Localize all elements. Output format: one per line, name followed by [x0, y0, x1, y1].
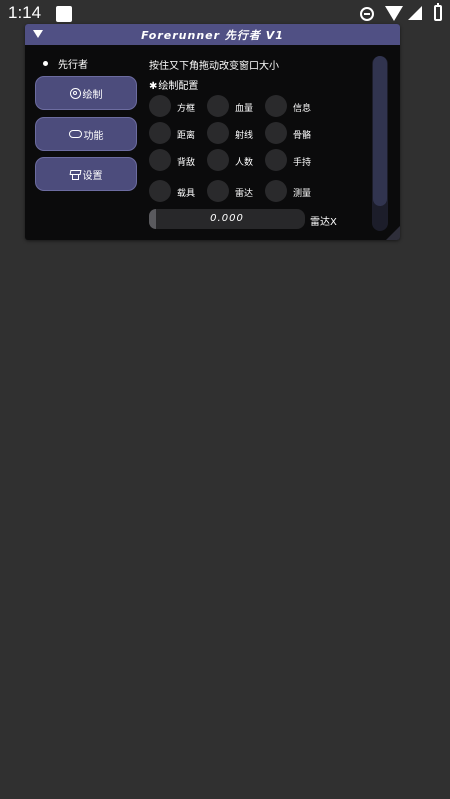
option-skeleton[interactable]: 骨骼: [265, 122, 325, 144]
option-checkbox[interactable]: [207, 122, 229, 144]
nav-button-label: 设置: [82, 170, 103, 182]
option-health[interactable]: 血量: [207, 95, 267, 117]
option-label: 人数: [235, 158, 254, 168]
slider-label: 雷达X: [310, 217, 337, 228]
option-checkbox[interactable]: [265, 95, 287, 117]
user-icon: [69, 87, 81, 99]
option-behind-enemy[interactable]: 背敌: [149, 149, 209, 171]
nav-button-draw[interactable]: 绘制: [35, 76, 137, 110]
option-checkbox[interactable]: [149, 180, 171, 202]
floating-menu-window[interactable]: Forerunner 先行者 V1 先行者 绘制 功能 设置 按住又下角拖动改变…: [25, 24, 400, 240]
option-label: 背敌: [177, 158, 196, 168]
nav-button-label: 绘制: [82, 89, 103, 101]
option-vehicle[interactable]: 载具: [149, 180, 209, 202]
section-heading: ✱绘制配置: [149, 77, 198, 92]
option-label: 方框: [177, 104, 196, 114]
option-player-count[interactable]: 人数: [207, 149, 267, 171]
option-checkbox[interactable]: [207, 95, 229, 117]
option-label: 距离: [177, 131, 196, 141]
gamepad-icon: [68, 130, 82, 138]
status-time: 1:14: [8, 3, 42, 22]
option-held-item[interactable]: 手持: [265, 149, 325, 171]
slider-value: 0.000: [210, 213, 244, 224]
bullet-icon: [43, 61, 48, 66]
brand-label: 先行者: [58, 60, 88, 71]
window-title: Forerunner 先行者 V1: [141, 29, 284, 42]
option-checkbox[interactable]: [265, 149, 287, 171]
scrollbar-thumb[interactable]: [373, 56, 387, 206]
option-distance[interactable]: 距离: [149, 122, 209, 144]
option-radar[interactable]: 雷达: [207, 180, 267, 202]
option-checkbox[interactable]: [149, 122, 171, 144]
wifi-icon: [385, 6, 403, 21]
option-label: 骨骼: [293, 131, 312, 141]
option-label: 血量: [235, 104, 254, 114]
option-label: 信息: [293, 104, 312, 114]
option-label: 雷达: [235, 189, 254, 199]
option-label: 手持: [293, 158, 312, 168]
option-checkbox[interactable]: [207, 149, 229, 171]
nav-button-features[interactable]: 功能: [35, 117, 137, 151]
option-ray[interactable]: 射线: [207, 122, 267, 144]
nav-button-settings[interactable]: 设置: [35, 157, 137, 191]
option-checkbox[interactable]: [265, 180, 287, 202]
window-titlebar[interactable]: Forerunner 先行者 V1: [25, 24, 400, 45]
radar-x-slider[interactable]: 0.000: [149, 209, 305, 229]
section-title: 绘制配置: [158, 81, 199, 92]
battery-icon: [434, 3, 442, 21]
option-info[interactable]: 信息: [265, 95, 325, 117]
asterisk-icon: ✱: [149, 81, 158, 92]
option-box[interactable]: 方框: [149, 95, 209, 117]
option-checkbox[interactable]: [149, 95, 171, 117]
option-checkbox[interactable]: [265, 122, 287, 144]
app-notification-icon: [56, 6, 72, 22]
option-checkbox[interactable]: [149, 149, 171, 171]
resize-hint: 按住又下角拖动改变窗口大小: [149, 61, 279, 72]
scrollbar[interactable]: [372, 56, 388, 231]
do-not-disturb-icon: [360, 7, 374, 21]
nav-button-label: 功能: [83, 130, 104, 142]
option-label: 测量: [293, 189, 312, 199]
resize-handle[interactable]: [386, 226, 400, 240]
option-label: 射线: [235, 131, 254, 141]
signal-icon: [408, 6, 422, 20]
option-checkbox[interactable]: [207, 180, 229, 202]
option-label: 载具: [177, 189, 196, 199]
option-measure[interactable]: 测量: [265, 180, 325, 202]
settings-icon: [70, 169, 81, 180]
